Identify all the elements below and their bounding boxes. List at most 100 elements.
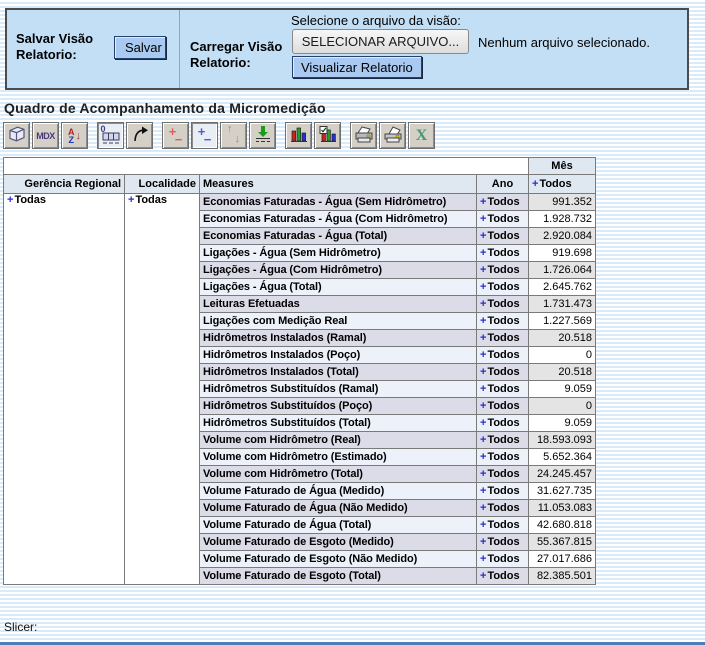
ano-filter-cell[interactable]: +Todos <box>477 500 529 517</box>
ano-filter-cell[interactable]: +Todos <box>477 534 529 551</box>
ano-filter-cell[interactable]: +Todos <box>477 415 529 432</box>
mdx-button[interactable]: MDX <box>32 122 59 149</box>
bar-chart-button[interactable] <box>285 122 312 149</box>
expand-icon[interactable]: + <box>480 536 486 548</box>
expand-icon[interactable]: + <box>480 281 486 293</box>
measure-cell: Ligações - Água (Com Hidrômetro) <box>200 262 477 279</box>
measure-cell: Hidrômetros Substituídos (Ramal) <box>200 381 477 398</box>
ano-filter-cell[interactable]: +Todos <box>477 432 529 449</box>
ano-filter-cell[interactable]: +Todos <box>477 279 529 296</box>
expand-icon[interactable]: + <box>7 194 13 206</box>
value-cell: 2.920.084 <box>529 228 596 245</box>
expand-icon[interactable]: + <box>480 332 486 344</box>
ano-filter-label: Todos <box>487 383 519 395</box>
expand-icon[interactable]: + <box>480 196 486 208</box>
value-cell: 919.698 <box>529 245 596 262</box>
ano-filter-cell[interactable]: +Todos <box>477 194 529 211</box>
save-button[interactable]: Salvar <box>114 36 166 59</box>
print-preview-button[interactable] <box>379 122 406 149</box>
expand-icon[interactable]: + <box>128 194 134 206</box>
slicer-label: Slicer: <box>4 620 37 634</box>
value-cell: 42.680.818 <box>529 517 596 534</box>
select-file-button[interactable]: SELECIONAR ARQUIVO... <box>292 29 469 54</box>
gerencia-field-header[interactable]: Gerência Regional <box>4 175 125 194</box>
suppress-zeros-button[interactable]: 0 <box>97 122 124 149</box>
expand-red-button[interactable]: +− <box>162 122 189 149</box>
ano-filter-cell[interactable]: +Todos <box>477 466 529 483</box>
expand-icon[interactable]: + <box>480 315 486 327</box>
expand-icon[interactable]: + <box>480 434 486 446</box>
measure-cell: Hidrômetros Instalados (Poço) <box>200 347 477 364</box>
measures-field-header[interactable]: Measures <box>200 175 477 194</box>
localidade-field-header[interactable]: Localidade <box>125 175 200 194</box>
ano-filter-cell[interactable]: +Todos <box>477 245 529 262</box>
swap-axes-button[interactable] <box>126 122 153 149</box>
expand-icon[interactable]: + <box>480 417 486 429</box>
expand-icon[interactable]: + <box>480 349 486 361</box>
view-report-button[interactable]: Visualizar Relatorio <box>292 56 422 78</box>
mes-filter-header[interactable]: +Todos <box>529 175 596 194</box>
mes-field-header[interactable]: Mês <box>529 158 596 175</box>
ano-filter-cell[interactable]: +Todos <box>477 364 529 381</box>
ano-filter-label: Todos <box>487 417 519 429</box>
ano-filter-label: Todos <box>487 502 519 514</box>
print-button[interactable] <box>350 122 377 149</box>
measure-cell: Volume Faturado de Esgoto (Total) <box>200 568 477 585</box>
measure-cell: Economias Faturadas - Água (Total) <box>200 228 477 245</box>
ano-filter-cell[interactable]: +Todos <box>477 551 529 568</box>
collapse-blue-button[interactable]: +− <box>191 122 218 149</box>
ano-filter-label: Todos <box>487 366 519 378</box>
ano-filter-cell[interactable]: +Todos <box>477 568 529 585</box>
expand-icon[interactable]: + <box>480 247 486 259</box>
expand-icon[interactable]: + <box>480 230 486 242</box>
expand-icon[interactable]: + <box>480 366 486 378</box>
expand-icon[interactable]: + <box>480 383 486 395</box>
value-cell: 5.652.364 <box>529 449 596 466</box>
ano-filter-label: Todos <box>487 349 519 361</box>
ano-filter-cell[interactable]: +Todos <box>477 296 529 313</box>
expand-icon[interactable]: + <box>480 213 486 225</box>
ano-filter-label: Todos <box>487 196 519 208</box>
expand-icon[interactable]: + <box>480 468 486 480</box>
bar-chart-options-button[interactable] <box>314 122 341 149</box>
expand-icon[interactable]: + <box>480 553 486 565</box>
expand-icon[interactable]: + <box>480 570 486 582</box>
ano-filter-cell[interactable]: +Todos <box>477 262 529 279</box>
ano-filter-cell[interactable]: +Todos <box>477 347 529 364</box>
ano-filter-cell[interactable]: +Todos <box>477 398 529 415</box>
localidade-row-header[interactable]: +Todas <box>125 194 200 585</box>
ano-filter-cell[interactable]: +Todos <box>477 517 529 534</box>
sort-az-button[interactable]: AZ ↓ <box>61 122 88 149</box>
expand-icon[interactable]: + <box>480 502 486 514</box>
ano-filter-cell[interactable]: +Todos <box>477 228 529 245</box>
value-cell: 55.367.815 <box>529 534 596 551</box>
ano-filter-cell[interactable]: +Todos <box>477 330 529 347</box>
gerencia-row-header[interactable]: +Todas <box>4 194 125 585</box>
move-up-down-button[interactable]: ↑↓ <box>220 122 247 149</box>
pivot-table: Mês Gerência Regional Localidade Measure… <box>3 157 596 585</box>
expand-icon[interactable]: + <box>480 298 486 310</box>
ano-filter-cell[interactable]: +Todos <box>477 483 529 500</box>
pivot-body: +Todas+TodasEconomias Faturadas - Água (… <box>4 194 596 585</box>
expand-icon[interactable]: + <box>480 519 486 531</box>
expand-icon[interactable]: + <box>532 178 538 190</box>
expand-icon[interactable]: + <box>480 400 486 412</box>
expand-icon[interactable]: + <box>480 264 486 276</box>
ano-filter-label: Todos <box>487 247 519 259</box>
ano-filter-cell[interactable]: +Todos <box>477 449 529 466</box>
suppress-zeros-icon: 0 <box>101 127 121 145</box>
cube-icon-button[interactable] <box>3 122 30 149</box>
ano-field-header[interactable]: Ano <box>477 175 529 194</box>
drill-down-button[interactable] <box>249 122 276 149</box>
ano-filter-cell[interactable]: +Todos <box>477 211 529 228</box>
drill-down-icon <box>254 125 272 146</box>
value-cell: 11.053.083 <box>529 500 596 517</box>
ano-filter-cell[interactable]: +Todos <box>477 381 529 398</box>
collapse-blue-icon: +− <box>198 128 212 144</box>
expand-icon[interactable]: + <box>480 451 486 463</box>
ano-filter-cell[interactable]: +Todos <box>477 313 529 330</box>
value-cell: 0 <box>529 398 596 415</box>
expand-icon[interactable]: + <box>480 485 486 497</box>
excel-export-button[interactable]: X <box>408 122 435 149</box>
measure-cell: Volume Faturado de Água (Medido) <box>200 483 477 500</box>
